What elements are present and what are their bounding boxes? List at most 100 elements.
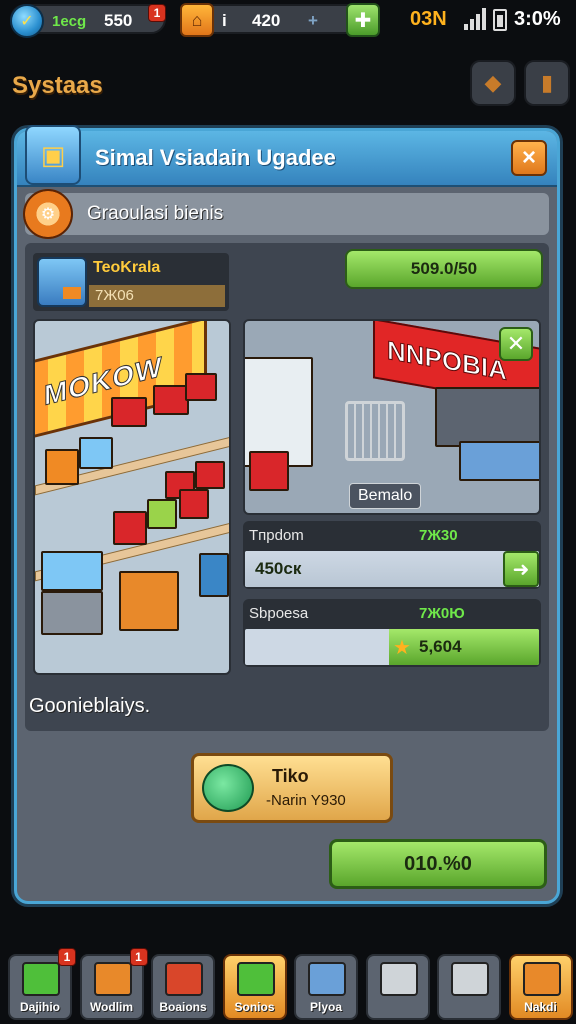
close-icon: × <box>521 144 536 171</box>
store-name: TeoKrala <box>93 259 161 276</box>
store-wall <box>435 387 539 447</box>
nav-label: Dajihio <box>19 1000 60 1014</box>
product-box <box>153 385 189 415</box>
storefront-illustration: NNPOBIA Bemalo ✕ <box>243 319 541 515</box>
nav-icon <box>93 962 132 996</box>
nav-icon <box>236 962 275 996</box>
notification-badge: 1 <box>148 4 166 22</box>
store-box-icon: ▣ <box>25 125 81 185</box>
stat-value: 7Ж30 <box>419 527 458 544</box>
map-button[interactable]: ◆ <box>470 60 516 106</box>
stat-bar-text: 5,604 <box>419 637 462 656</box>
nav-item-6[interactable] <box>365 954 430 1020</box>
product-box <box>185 373 217 401</box>
product-box <box>179 489 209 519</box>
gear-icon: ⚙ <box>23 189 73 239</box>
currency-label: 1ecg <box>52 13 87 30</box>
nav-label: Sonios <box>234 1000 275 1014</box>
nav-label: Plyoa <box>309 1000 342 1014</box>
stat-label: Tпрdom <box>249 527 304 544</box>
nav-icon <box>165 962 203 996</box>
stat-bar: 450ск <box>245 551 539 587</box>
nav-icon <box>522 962 561 996</box>
reward-subtitle: -Narin Y930 <box>266 792 346 809</box>
stat-row: Sbpoesa 7Ж0Ю ★ 5,604 <box>243 599 541 667</box>
fridge <box>199 553 229 597</box>
shop-illustration: MOKOW <box>33 319 231 675</box>
notification-badge: 1 <box>58 948 76 966</box>
nav-item-1[interactable]: Dajihio 1 <box>8 948 76 1020</box>
bottom-nav: Dajihio 1 Wodlim 1 Boaions Sonios Plyoa Nakdi <box>0 948 576 1024</box>
stat-value: 7Ж0Ю <box>419 605 465 622</box>
store-tag: TeoKrala 7Ж06 <box>33 253 229 311</box>
product-box <box>147 499 177 529</box>
nav-label: Wodlim <box>89 1000 134 1014</box>
currency-gems[interactable]: ✓ 1ecg 550 1 <box>10 4 166 38</box>
status-bar: ✓ 1ecg 550 1 ⌂ i 420 + ✚ 03N 3:0% <box>0 0 576 42</box>
close-icon: ✕ <box>506 331 526 356</box>
reward-title: Tiko <box>272 766 309 786</box>
display-stand <box>119 571 179 631</box>
upgrade-dialog: ▣ Simal Vsiadain Ugadee × ⚙ Graoulasi bi… <box>14 125 560 904</box>
chest-icon: ⌂ <box>180 3 214 37</box>
battery-icon <box>493 9 507 31</box>
map-icon: ◆ <box>484 70 502 95</box>
confirm-upgrade-button[interactable]: 010.%0 <box>329 839 547 889</box>
currency-label: i <box>222 11 227 30</box>
plus-icon: + <box>308 11 318 30</box>
freezer <box>41 551 103 591</box>
nav-label: Nakdi <box>524 1000 557 1014</box>
dialog-header: ▣ Simal Vsiadain Ugadee × <box>17 125 557 187</box>
nav-item-2[interactable]: Wodlim 1 <box>79 948 148 1020</box>
section-label: Goonieblaiys. <box>29 695 151 717</box>
nav-item-8[interactable]: Nakdi <box>508 954 573 1020</box>
gem-icon: ✓ <box>10 4 44 38</box>
stat-row: Tпрdom 7Ж30 450ск ➜ <box>243 521 541 589</box>
nav-item-3[interactable]: Boaions <box>151 954 215 1020</box>
upgrade-arrow-button[interactable]: ➜ <box>503 551 539 587</box>
currency-value: 550 <box>104 11 133 30</box>
carrier-label: 03N <box>410 8 447 30</box>
product-box <box>111 397 147 427</box>
shopping-cart-icon <box>345 401 405 461</box>
stat-bar: ★ 5,604 <box>245 629 539 665</box>
star-icon: ★ <box>393 637 411 659</box>
dialog-title: Simal Vsiadain Ugadee <box>95 145 336 170</box>
upgrade-progress-button[interactable]: 509.0/50 <box>345 249 543 289</box>
reward-icon <box>202 764 254 812</box>
nav-item-4[interactable]: Sonios <box>222 954 287 1020</box>
clock: 3:0% <box>514 8 561 30</box>
notification-badge: 1 <box>129 948 148 966</box>
store-details: TeoKrala 7Ж06 509.0/50 MOKOW NNPOBIA Bem… <box>25 243 549 731</box>
nav-icon <box>22 962 60 996</box>
close-button[interactable]: × <box>511 140 547 176</box>
nav-icon <box>308 962 346 996</box>
add-currency-button[interactable]: ✚ <box>346 3 380 37</box>
page-title: Systaas <box>12 72 103 99</box>
store-caption: Bemalo <box>349 483 422 509</box>
product-box <box>195 461 225 489</box>
store-price: 7Ж06 <box>89 285 225 307</box>
nav-label: Boaions <box>159 1000 207 1014</box>
nav-icon <box>451 962 489 996</box>
product-box <box>45 449 79 485</box>
counter <box>41 591 103 635</box>
cash-register <box>249 451 289 491</box>
product-box <box>79 437 113 469</box>
menu-button[interactable]: ▮ <box>524 60 570 106</box>
nav-item-7[interactable] <box>437 954 501 1020</box>
nav-icon <box>379 962 418 996</box>
crate-icon <box>37 257 87 307</box>
dialog-subheader: ⚙ Graoulasi bienis <box>23 189 549 239</box>
reward-button[interactable]: Tiko -Narin Y930 <box>191 753 393 823</box>
currency-gold[interactable]: ⌂ i 420 + ✚ <box>180 3 380 37</box>
arrow-right-icon: ➜ <box>512 558 530 581</box>
currency-value: 420 <box>252 11 281 30</box>
dismiss-button[interactable]: ✕ <box>499 327 533 361</box>
stat-bar-fill <box>389 629 539 665</box>
product-box <box>113 511 147 545</box>
signal-icon <box>464 8 488 30</box>
nav-item-5[interactable]: Plyoa <box>294 954 358 1020</box>
produce-stand <box>459 441 539 481</box>
dialog-subtitle: Graoulasi bienis <box>87 203 224 224</box>
